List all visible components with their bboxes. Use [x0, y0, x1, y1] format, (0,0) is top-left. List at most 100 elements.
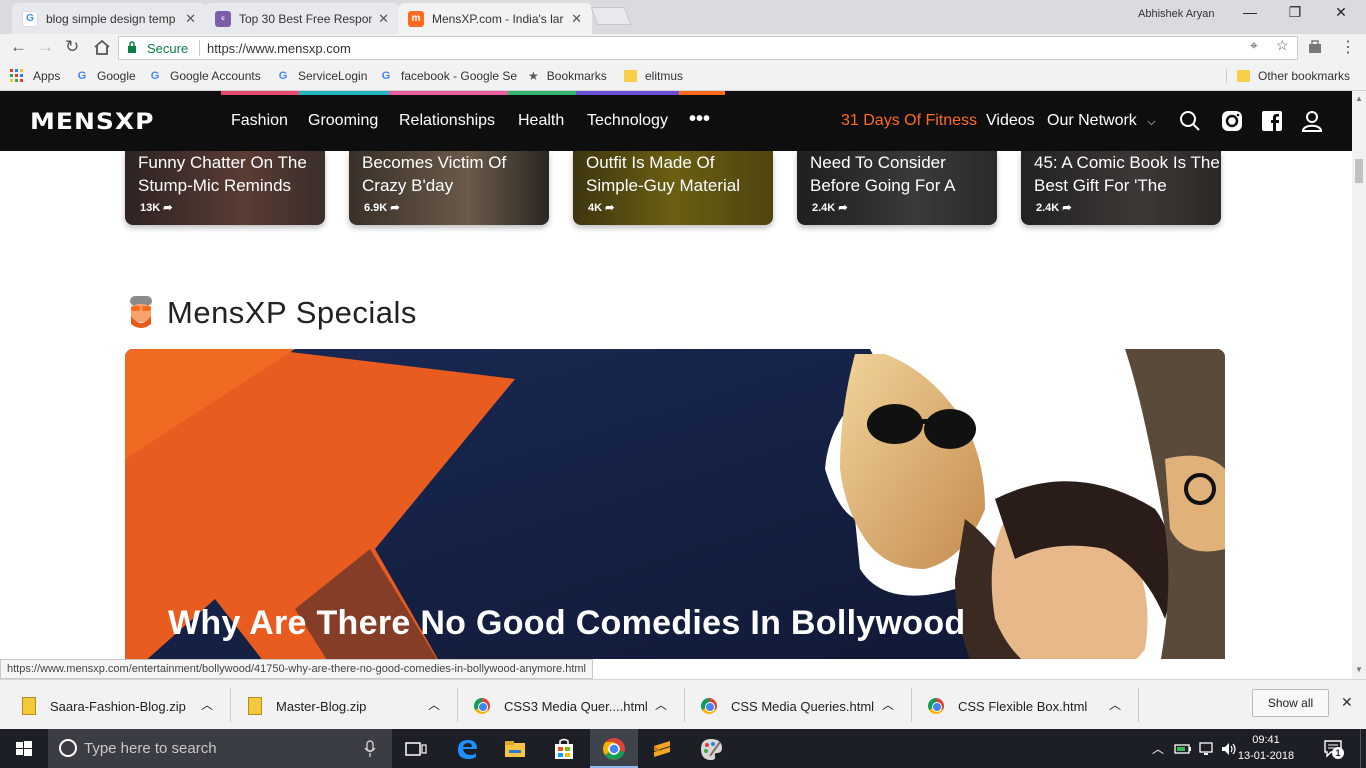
hero-article[interactable]: Why Are There No Good Comedies In Bollyw…: [125, 349, 1225, 659]
download-item[interactable]: CSS3 Media Quer....html: [474, 692, 648, 720]
scrollbar-thumb[interactable]: [1355, 159, 1363, 183]
nav-more[interactable]: •••: [689, 108, 710, 131]
facebook-icon[interactable]: [1260, 109, 1284, 133]
scroll-up-icon[interactable]: ▲: [1355, 94, 1363, 103]
profile-name[interactable]: Abhishek Aryan: [1138, 8, 1214, 20]
story-card-title: Becomes Victim Of Crazy B'day: [362, 153, 507, 195]
bookmark-servicelogin[interactable]: G ServiceLogin: [276, 69, 368, 83]
bookmark-google-accounts[interactable]: G Google Accounts: [148, 69, 261, 83]
menu-kebab-icon[interactable]: ⋮: [1340, 37, 1356, 57]
divider: [199, 40, 200, 56]
nav-color-bar: [679, 91, 725, 95]
chevron-up-icon[interactable]: ︿: [201, 696, 213, 713]
taskbar-chrome-active[interactable]: [590, 729, 638, 768]
bookmark-google[interactable]: G Google: [75, 69, 136, 83]
task-view-icon[interactable]: [403, 736, 429, 762]
google-icon: G: [77, 70, 87, 82]
bookmark-apps[interactable]: Apps: [10, 69, 60, 83]
nav-our-network[interactable]: Our Network ⌵: [1047, 112, 1156, 130]
restore-icon[interactable]: ❐: [1272, 4, 1318, 21]
nav-videos[interactable]: Videos: [986, 112, 1035, 130]
browser-tab[interactable]: c Top 30 Best Free Respon ✕: [205, 3, 399, 34]
back-icon[interactable]: ←: [10, 37, 27, 57]
windows-taskbar: Type here to search ︿ 09:41 13-01-2018 1: [0, 729, 1366, 768]
search-icon[interactable]: [1178, 109, 1202, 133]
new-tab-button[interactable]: [590, 7, 632, 25]
sublime-text-icon[interactable]: [649, 736, 675, 762]
action-center[interactable]: 1: [1322, 737, 1344, 759]
divider: [230, 688, 231, 722]
story-card[interactable]: 45: A Comic Book Is The Best Gift For 'T…: [1021, 151, 1221, 225]
nav-relationships[interactable]: Relationships: [399, 112, 495, 130]
extension-icon[interactable]: [1307, 39, 1323, 55]
close-tab-icon[interactable]: ✕: [378, 11, 389, 27]
story-card-title: 45: A Comic Book Is The Best Gift For 'T…: [1034, 153, 1220, 195]
chevron-up-icon[interactable]: ︿: [1109, 696, 1121, 713]
bookmark-other[interactable]: Other bookmarks: [1226, 69, 1350, 83]
download-item[interactable]: Saara-Fashion-Blog.zip: [22, 692, 186, 720]
story-card[interactable]: Need To Consider Before Going For A 2.4K…: [797, 151, 997, 225]
close-window-icon[interactable]: ✕: [1318, 4, 1364, 21]
chevron-up-icon[interactable]: ︿: [655, 696, 667, 713]
browser-toolbar: ← → ↻ Secure https://www.mensxp.com ⌖ ☆ …: [0, 34, 1366, 62]
nav-technology[interactable]: Technology: [587, 112, 668, 130]
nav-health[interactable]: Health: [518, 112, 564, 130]
show-desktop-button[interactable]: [1360, 729, 1366, 768]
home-icon[interactable]: [93, 39, 111, 56]
download-item[interactable]: Master-Blog.zip: [248, 692, 366, 720]
show-all-button[interactable]: Show all: [1252, 689, 1329, 717]
taskbar-search[interactable]: Type here to search: [48, 729, 392, 768]
forward-icon[interactable]: →: [37, 37, 54, 57]
notification-badge: 1: [1332, 747, 1344, 759]
paint-icon[interactable]: [698, 736, 724, 762]
download-item[interactable]: CSS Media Queries.html: [701, 692, 874, 720]
edge-icon[interactable]: [454, 736, 480, 762]
nav-fashion[interactable]: Fashion: [231, 112, 288, 130]
browser-tab-active[interactable]: m MensXP.com - India's lar ✕: [398, 3, 592, 34]
share-count-value: 4K: [588, 202, 603, 214]
chevron-up-icon[interactable]: ︿: [882, 696, 894, 713]
browser-tab[interactable]: G blog simple design temp ✕: [12, 3, 206, 34]
chevron-up-icon[interactable]: ︿: [1152, 740, 1164, 757]
file-explorer-icon[interactable]: [502, 736, 528, 762]
reload-icon[interactable]: ↻: [65, 37, 79, 57]
nav-grooming[interactable]: Grooming: [308, 112, 378, 130]
mensxp-logo[interactable]: MENSXP: [30, 108, 154, 134]
google-icon: G: [278, 70, 288, 82]
zip-file-icon: [22, 697, 36, 715]
battery-charging-icon[interactable]: [1174, 741, 1192, 757]
story-card[interactable]: Becomes Victim Of Crazy B'day 6.9K ➦: [349, 151, 549, 225]
divider: [684, 688, 685, 722]
address-bar[interactable]: Secure https://www.mensxp.com: [118, 36, 1298, 60]
lock-icon: [128, 41, 136, 53]
bookmark-elitmus[interactable]: elitmus: [624, 69, 683, 83]
bookmark-star-icon[interactable]: ☆: [1276, 37, 1289, 54]
story-card[interactable]: Outfit Is Made Of Simple-Guy Material 4K…: [573, 151, 773, 225]
location-target-icon[interactable]: ⌖: [1250, 37, 1258, 54]
windows-start-icon[interactable]: [11, 736, 37, 762]
close-tab-icon[interactable]: ✕: [571, 11, 582, 27]
user-account-icon[interactable]: [1300, 109, 1324, 133]
bookmark-bookmarks[interactable]: ★ Bookmarks: [528, 69, 607, 83]
microphone-icon[interactable]: [364, 740, 376, 758]
url-text[interactable]: https://www.mensxp.com: [207, 41, 351, 56]
system-clock[interactable]: 09:41 13-01-2018: [1236, 732, 1296, 764]
bookmark-facebook[interactable]: G facebook - Google Se: [379, 69, 517, 83]
divider: [457, 688, 458, 722]
download-item[interactable]: CSS Flexible Box.html: [928, 692, 1087, 720]
page-scrollbar[interactable]: ▲ ▼: [1352, 91, 1366, 679]
store-icon[interactable]: [551, 736, 577, 762]
story-card[interactable]: Funny Chatter On The Stump-Mic Reminds 1…: [125, 151, 325, 225]
close-icon[interactable]: ✕: [1341, 694, 1353, 711]
nav-31-days-fitness[interactable]: 31 Days Of Fitness: [841, 112, 977, 130]
chevron-up-icon[interactable]: ︿: [428, 696, 440, 713]
share-count: 4K ➦: [588, 201, 614, 214]
scroll-down-icon[interactable]: ▼: [1355, 665, 1363, 674]
folder-icon: [624, 70, 637, 82]
network-icon[interactable]: [1198, 741, 1216, 757]
close-tab-icon[interactable]: ✕: [185, 11, 196, 27]
instagram-icon[interactable]: [1220, 109, 1244, 133]
story-card-title: Funny Chatter On The Stump-Mic Reminds: [138, 153, 307, 195]
hero-article-title[interactable]: Why Are There No Good Comedies In Bollyw…: [168, 604, 965, 643]
minimize-icon[interactable]: —: [1227, 4, 1273, 20]
